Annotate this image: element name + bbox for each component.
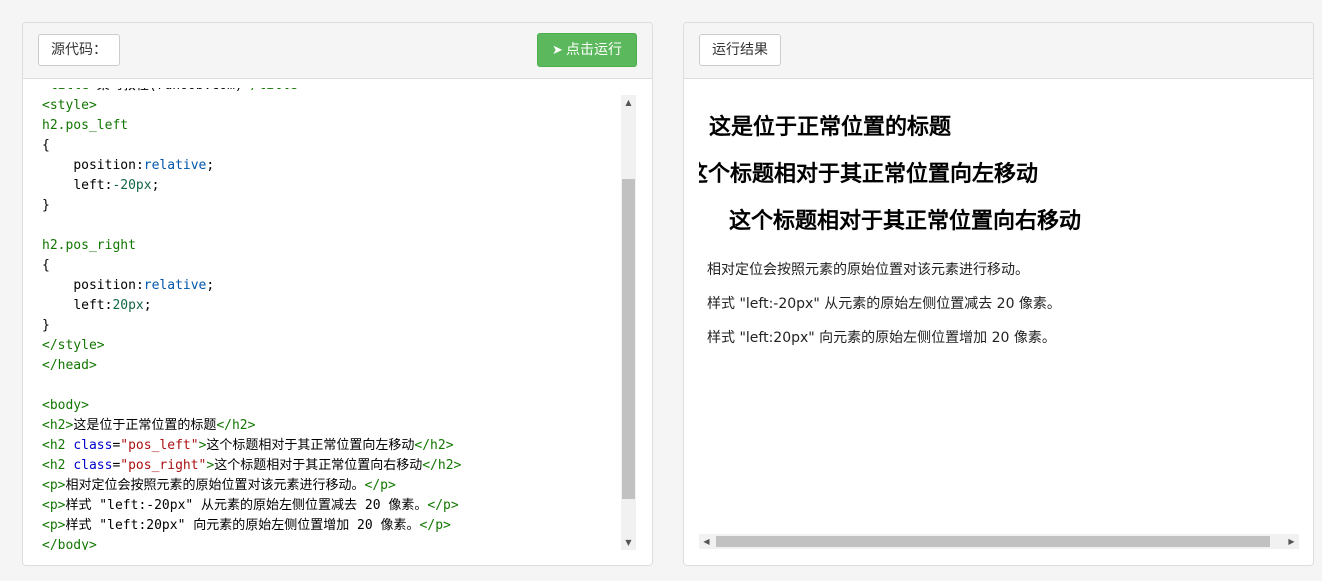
code-line: }	[42, 318, 50, 333]
run-button-label: 点击运行	[565, 42, 622, 58]
code-line: </head>	[42, 358, 97, 373]
code-line: h2.pos_left	[42, 118, 129, 133]
code-line: left:20px;	[73, 298, 152, 313]
scroll-down-icon[interactable]: ▼	[621, 535, 636, 550]
code-vertical-scrollbar[interactable]: ▲ ▼	[621, 95, 636, 550]
scroll-left-icon[interactable]: ◀	[699, 534, 714, 549]
code-line: <p>样式 "left:-20px" 从元素的原始左侧位置减去 20 像素。</…	[42, 498, 459, 513]
code-line: ​	[42, 376, 461, 396]
code-line: h2.pos_right	[42, 238, 136, 253]
code-line: }	[42, 198, 50, 213]
code-editor[interactable]: <title>菜鸟教程(runoob.com)</title> <style> h2…	[23, 79, 652, 565]
result-horizontal-scrollbar[interactable]: ◀ ▶	[699, 534, 1299, 549]
result-tab[interactable]: 运行结果	[699, 34, 781, 66]
result-panel: 运行结果 这是位于正常位置的标题 这个标题相对于其正常位置向左移动 这个标题相对…	[683, 22, 1314, 566]
code-line: <title>菜鸟教程(runoob.com)</title>	[42, 88, 461, 96]
code-line: <p>样式 "left:20px" 向元素的原始左侧位置增加 20 像素。</p…	[42, 518, 451, 533]
result-content: 这是位于正常位置的标题 这个标题相对于其正常位置向左移动 这个标题相对于其正常位…	[699, 94, 1299, 539]
source-code-tab[interactable]: 源代码：	[38, 34, 120, 66]
code-line: position:relative;	[73, 278, 215, 293]
paragraph-2: 样式 "left:-20px" 从元素的原始左侧位置减去 20 像素。	[707, 296, 1061, 312]
heading-pos-right: 这个标题相对于其正常位置向右移动	[729, 208, 1082, 234]
scroll-right-icon[interactable]: ▶	[1284, 534, 1299, 549]
code-line: </style>	[42, 338, 105, 353]
scroll-up-icon[interactable]: ▲	[621, 95, 636, 110]
code-line: <body>	[42, 398, 89, 413]
paper-plane-icon: ➤	[552, 43, 563, 58]
result-scroll-thumb[interactable]	[716, 536, 1270, 547]
code-line: {	[42, 258, 50, 273]
code-line: <h2>这是位于正常位置的标题</h2>	[42, 418, 256, 433]
paragraph-3: 样式 "left:20px" 向元素的原始左侧位置增加 20 像素。	[707, 330, 1056, 346]
code-line: ​	[42, 216, 461, 236]
code-line: <p>相对定位会按照元素的原始位置对该元素进行移动。</p>	[42, 478, 396, 493]
paragraph-1: 相对定位会按照元素的原始位置对该元素进行移动。	[707, 262, 1029, 278]
code-area[interactable]: <title>菜鸟教程(runoob.com)</title> <style> h2…	[42, 88, 634, 550]
result-panel-header: 运行结果	[684, 23, 1313, 79]
source-code-panel: 源代码： ➤点击运行 <title>菜鸟教程(runoob.com)</titl…	[22, 22, 653, 566]
code-line: left:-20px;	[73, 178, 160, 193]
code-lines: <title>菜鸟教程(runoob.com)</title> <style> h2…	[42, 88, 461, 550]
code-line: <style>	[42, 98, 97, 113]
code-line: <h2 class="pos_left">这个标题相对于其正常位置向左移动</h…	[42, 438, 454, 453]
heading-pos-left: 这个标题相对于其正常位置向左移动	[699, 161, 1039, 187]
code-line: {	[42, 138, 50, 153]
code-line: </body>	[42, 538, 97, 550]
code-scroll-thumb[interactable]	[622, 179, 635, 499]
result-frame[interactable]: 这是位于正常位置的标题 这个标题相对于其正常位置向左移动 这个标题相对于其正常位…	[684, 79, 1313, 565]
source-code-panel-header: 源代码： ➤ 点击运行	[23, 23, 652, 79]
heading-normal: 这是位于正常位置的标题	[709, 114, 952, 140]
run-button[interactable]: ➤ 点击运行	[537, 33, 637, 67]
code-line: position:relative;	[73, 158, 215, 173]
code-line: <h2 class="pos_right">这个标题相对于其正常位置向右移动</…	[42, 458, 462, 473]
